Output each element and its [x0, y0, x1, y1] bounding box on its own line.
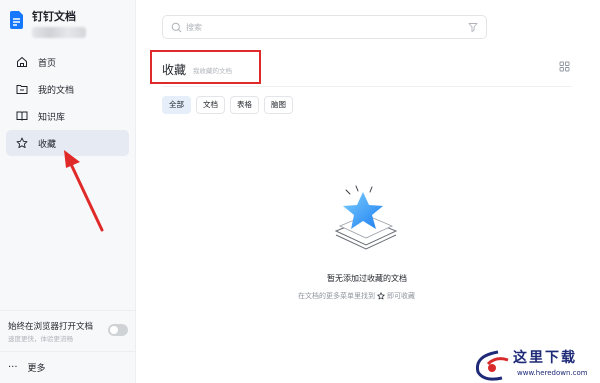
filter-tab-mindmaps[interactable]: 脑图 [264, 96, 293, 114]
empty-hint-text-before: 在文档的更多菜单里找到 [298, 292, 375, 300]
watermark-url: www.heredown.com [517, 369, 588, 377]
folder-icon [16, 85, 28, 94]
home-icon [17, 56, 27, 67]
sidebar-item-label: 知识库 [38, 112, 66, 123]
sidebar-item-label: 收藏 [38, 139, 57, 150]
search-input[interactable]: 搜索 [162, 15, 487, 39]
sidebar-item-label: 我的文档 [38, 85, 75, 96]
more-dots-icon: ··· [8, 362, 18, 373]
more-label: 更多 [27, 364, 46, 374]
filter-tab-all[interactable]: 全部 [162, 96, 191, 114]
blurred-account-name [32, 27, 86, 38]
filter-tab-docs[interactable]: 文档 [196, 96, 225, 114]
filter-tab-sheets[interactable]: 表格 [230, 96, 259, 114]
star-icon [377, 292, 385, 300]
open-in-browser-label: 始终在浏览器打开文档 [8, 322, 94, 332]
brand: 钉钉文档 [10, 10, 86, 38]
empty-favorites-illustration [334, 185, 398, 250]
empty-state-hint: 在文档的更多菜单里找到 即可收藏 [298, 291, 415, 301]
red-annotation-arrow [64, 150, 104, 232]
search-placeholder: 搜索 [186, 23, 202, 32]
app-window: 钉钉文档 首页 我的文档 知识库 收藏 始终在浏览器打开文档 速度更快，体验更流… [0, 0, 600, 383]
open-in-browser-description: 速度更快，体验更流畅 [8, 335, 73, 343]
page-subtitle: 我收藏的文档 [193, 67, 232, 75]
star-icon [16, 137, 28, 149]
sidebar-item-my-docs[interactable]: 我的文档 [6, 76, 129, 102]
watermark-text: 这里下载 [513, 350, 577, 366]
sidebar-nav: 首页 我的文档 知识库 收藏 [6, 49, 129, 157]
empty-hint-text-after: 即可收藏 [387, 292, 415, 300]
dingtalk-docs-logo-icon [10, 11, 23, 29]
sidebar-item-home[interactable]: 首页 [6, 49, 129, 75]
search-icon [171, 22, 182, 33]
book-icon [16, 111, 28, 121]
header-divider [162, 86, 572, 87]
page-title: 收藏 [162, 63, 187, 77]
filter-tabs: 全部 文档 表格 脑图 [162, 96, 298, 114]
sidebar-item-knowledge-base[interactable]: 知识库 [6, 103, 129, 129]
filter-icon[interactable] [468, 22, 478, 32]
sidebar-item-label: 首页 [38, 58, 57, 69]
open-in-browser-setting: 始终在浏览器打开文档 速度更快，体验更流畅 [0, 310, 135, 350]
grid-view-icon[interactable] [559, 61, 570, 72]
more-button[interactable]: ··· 更多 [0, 351, 135, 383]
app-title: 钉钉文档 [32, 10, 76, 23]
open-in-browser-toggle[interactable] [108, 324, 128, 336]
